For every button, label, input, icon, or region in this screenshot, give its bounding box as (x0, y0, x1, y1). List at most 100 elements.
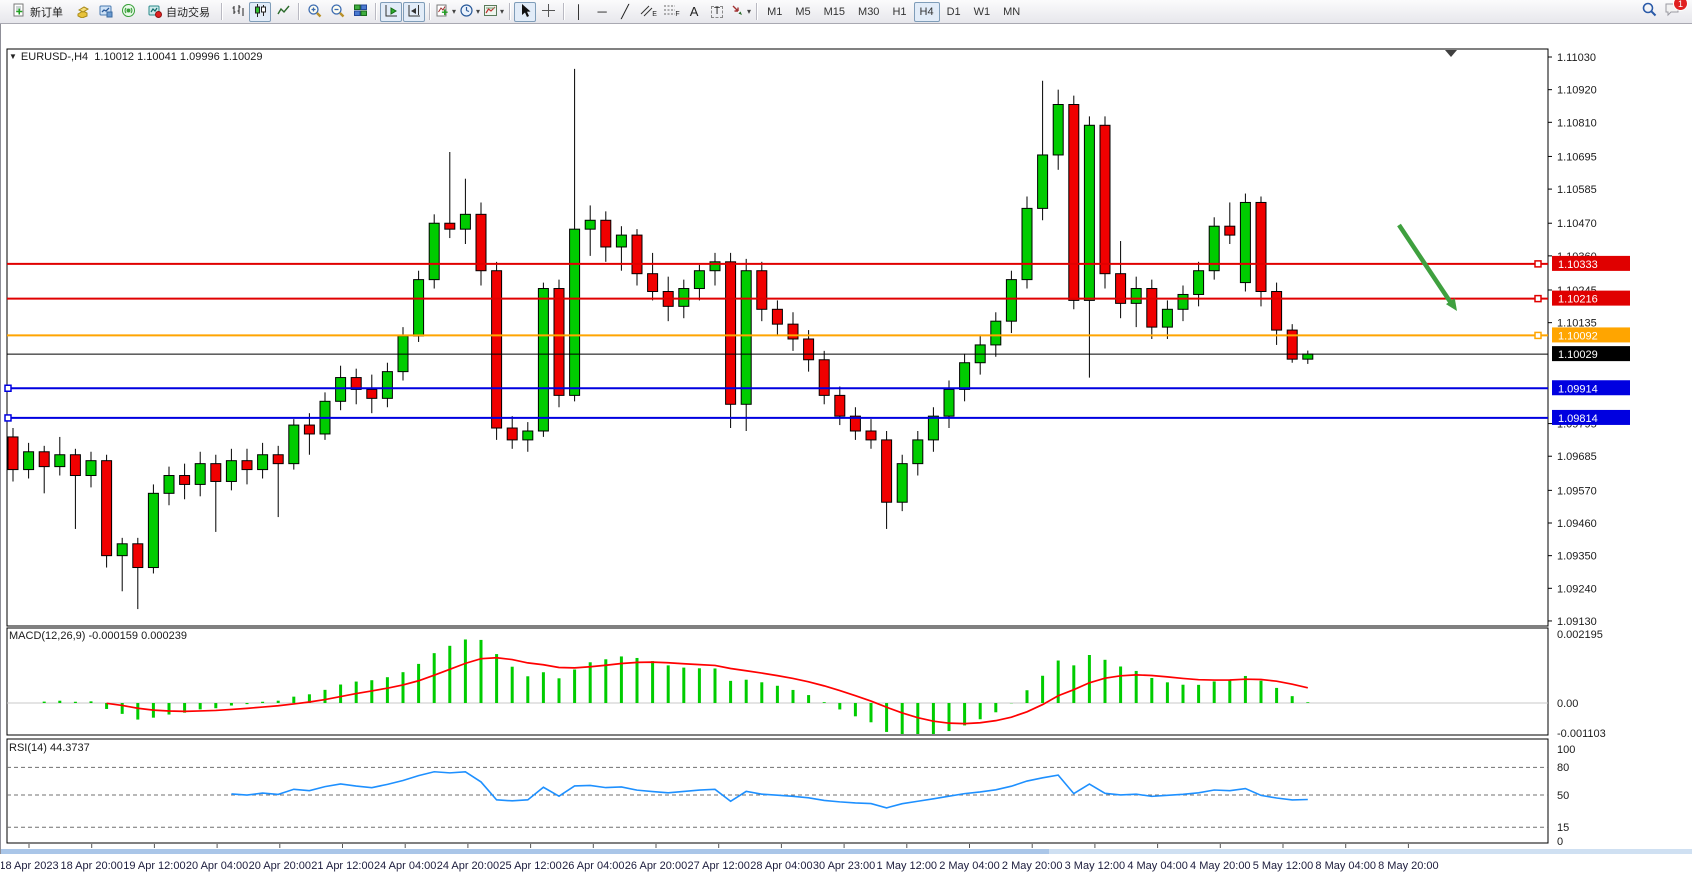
autotrading-button[interactable]: 自动交易 (140, 2, 217, 22)
line-handle[interactable] (1535, 261, 1541, 267)
bull-candle (694, 271, 704, 289)
bull-candle (1084, 125, 1094, 300)
svg-text:1.10585: 1.10585 (1557, 184, 1597, 196)
zoom-out-button[interactable] (326, 2, 348, 22)
horizontal-scrollbar[interactable] (1, 849, 1692, 854)
line-handle[interactable] (1535, 296, 1541, 302)
bull-candle (991, 321, 1001, 345)
pane-border (7, 628, 1548, 735)
hline-icon: ─ (597, 5, 606, 18)
bull-candle (585, 220, 595, 229)
line-handle[interactable] (5, 415, 11, 421)
auto-scroll-icon (384, 3, 399, 21)
svg-text:26 Apr 04:00: 26 Apr 04:00 (562, 860, 624, 872)
horizontal-line-1.10333[interactable]: 1.10333 (7, 256, 1630, 271)
tab-timeframe-H1[interactable]: H1 (886, 2, 912, 22)
templates-dropdown[interactable]: ▾ (482, 2, 505, 22)
auto-scroll-button[interactable] (380, 2, 402, 22)
signals-button[interactable] (117, 2, 139, 22)
svg-text:0: 0 (1557, 836, 1563, 848)
bear-candle (601, 220, 611, 247)
tab-timeframe-H4[interactable]: H4 (914, 2, 940, 22)
autotrading-icon (147, 3, 162, 21)
dropdown-caret-icon: ▾ (452, 7, 456, 16)
horizontal-line-1.10029[interactable]: 1.10029 (7, 346, 1630, 361)
line-handle[interactable] (5, 385, 11, 391)
chart-window: 1.110301.109201.108101.106951.105851.104… (0, 23, 1692, 854)
tab-timeframe-M5[interactable]: M5 (789, 2, 816, 22)
candlestick-chart-button[interactable] (249, 2, 271, 22)
svg-text:18 Apr 2023: 18 Apr 2023 (1, 860, 59, 872)
bear-candle (476, 214, 486, 270)
horizontal-line-1.10216[interactable]: 1.10216 (7, 291, 1630, 306)
text-tool-button[interactable]: A (683, 2, 705, 22)
svg-text:19 Apr 12:00: 19 Apr 12:00 (123, 860, 185, 872)
svg-text:1.09460: 1.09460 (1557, 518, 1597, 530)
tab-timeframe-M1[interactable]: M1 (761, 2, 788, 22)
svg-text:100: 100 (1557, 744, 1575, 756)
label-tool-button[interactable]: T (706, 2, 728, 22)
bull-candle (55, 455, 65, 467)
horizontal-line-1.09914[interactable]: 1.09914 (5, 380, 1630, 395)
bar-chart-button[interactable] (226, 2, 248, 22)
svg-text:0.00: 0.00 (1557, 698, 1578, 710)
zoom-in-button[interactable] (303, 2, 325, 22)
svg-text:0.002195: 0.002195 (1557, 629, 1603, 641)
svg-text:1.09240: 1.09240 (1557, 583, 1597, 595)
tab-timeframe-M15[interactable]: M15 (818, 2, 851, 22)
chart-shift-button[interactable] (403, 2, 425, 22)
market-watch-button[interactable] (71, 2, 93, 22)
bear-candle (273, 455, 283, 464)
zoom-in-icon (307, 3, 322, 21)
line-chart-button[interactable] (272, 2, 294, 22)
notifications-button[interactable]: 1 (1664, 1, 1682, 22)
bear-candle (180, 476, 190, 485)
bear-candle (648, 274, 658, 292)
bear-candle (1100, 125, 1110, 273)
mt4-terminal: { "toolbar": { "new_order_label": "新订单",… (0, 0, 1692, 854)
separator (375, 3, 376, 20)
search-icon[interactable] (1641, 1, 1658, 23)
periods-dropdown[interactable]: ▾ (458, 2, 481, 22)
chart-canvas[interactable]: 1.110301.109201.108101.106951.105851.104… (1, 47, 1692, 877)
horizontal-line-1.09814[interactable]: 1.09814 (5, 410, 1630, 425)
tab-timeframe-W1[interactable]: W1 (968, 2, 997, 22)
channel-tool-button[interactable]: E (637, 2, 659, 22)
tab-timeframe-MN[interactable]: MN (997, 2, 1026, 22)
fibonacci-tool-button[interactable]: F (660, 2, 682, 22)
bull-candle (148, 493, 158, 567)
tile-windows-button[interactable] (349, 2, 371, 22)
trendline-tool-button[interactable]: ╱ (614, 2, 636, 22)
svg-text:3 May 12:00: 3 May 12:00 (1065, 860, 1126, 872)
bull-candle (86, 461, 96, 476)
svg-text:1.09350: 1.09350 (1557, 551, 1597, 563)
scrollbar-thumb[interactable] (1, 849, 1049, 854)
bull-candle (523, 431, 533, 440)
new-order-button[interactable]: 新订单 (4, 2, 70, 22)
macd-indicator-label: MACD(12,26,9) -0.000159 0.000239 (9, 630, 187, 642)
vline-icon: │ (575, 5, 583, 18)
hline-tool-button[interactable]: ─ (591, 2, 613, 22)
bull-candle (382, 372, 392, 399)
separator (563, 3, 564, 20)
svg-text:4 May 04:00: 4 May 04:00 (1127, 860, 1188, 872)
svg-text:2 May 04:00: 2 May 04:00 (939, 860, 1000, 872)
arrows-tool-dropdown[interactable]: ▾ (729, 2, 752, 22)
bull-candle (1022, 208, 1032, 279)
tab-timeframe-D1[interactable]: D1 (941, 2, 967, 22)
chart-shift-marker[interactable] (1445, 50, 1457, 57)
horizontal-line-1.10092[interactable]: 1.10092 (7, 327, 1630, 342)
terminal-button[interactable] (94, 2, 116, 22)
vline-tool-button[interactable]: │ (568, 2, 590, 22)
bull-candle (928, 416, 938, 440)
bull-candle (24, 452, 34, 470)
crosshair-tool-button[interactable] (537, 2, 559, 22)
svg-text:1.10920: 1.10920 (1557, 85, 1597, 97)
bull-candle (1178, 294, 1188, 309)
svg-text:30 Apr 23:00: 30 Apr 23:00 (813, 860, 875, 872)
indicators-dropdown[interactable]: ▾ (434, 2, 457, 22)
bear-candle (133, 544, 143, 568)
line-handle[interactable] (1535, 332, 1541, 338)
cursor-tool-button[interactable] (514, 2, 536, 22)
tab-timeframe-M30[interactable]: M30 (852, 2, 885, 22)
